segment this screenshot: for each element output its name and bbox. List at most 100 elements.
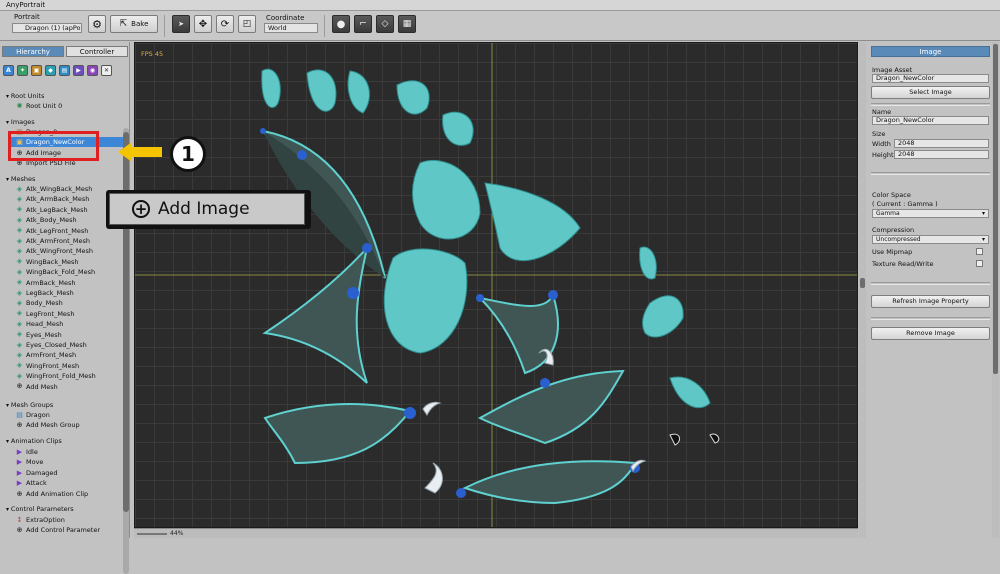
texture-rw-checkbox[interactable]	[976, 260, 983, 267]
list-item[interactable]: ◈ Atk_LegBack_Mesh	[16, 205, 88, 215]
list-item[interactable]: ✺ Root Unit 0	[16, 101, 63, 111]
name-field[interactable]: Dragon_NewColor	[872, 116, 989, 125]
remove-image-button[interactable]: Remove Image	[871, 327, 990, 340]
circle-icon: ●	[336, 18, 346, 30]
move-tool-button[interactable]: ✥	[194, 15, 212, 33]
root-unit-icon: ✺	[16, 101, 23, 110]
list-item[interactable]: ◈ Head_Mesh	[16, 319, 64, 329]
section-root-units[interactable]: Root Units	[6, 92, 44, 100]
list-item[interactable]: ▶ Attack	[16, 478, 47, 488]
section-control-parameters[interactable]: Control Parameters	[6, 505, 74, 513]
tab-hierarchy[interactable]: Hierarchy	[2, 46, 64, 57]
refresh-image-property-button[interactable]: Refresh Image Property	[871, 295, 990, 308]
list-item[interactable]: ◈ Eyes_Closed_Mesh	[16, 340, 87, 350]
list-item[interactable]: ◈ Eyes_Mesh	[16, 330, 62, 340]
add-control-parameter-item[interactable]: ⊕ Add Control Parameter	[16, 525, 100, 535]
coordinate-label: Coordinate	[266, 14, 305, 22]
arrow-left-icon	[118, 142, 162, 162]
section-animation-clips[interactable]: Animation Clips	[6, 437, 62, 445]
mesh-icon: ◈	[16, 371, 23, 380]
param-filter-icon[interactable]: ◉	[87, 65, 98, 76]
portrait-label: Portrait	[14, 13, 40, 21]
section-mesh-groups[interactable]: Mesh Groups	[6, 401, 53, 409]
plus-circle-icon: ⊕	[16, 382, 23, 391]
physics-view-button[interactable]: ▦	[398, 15, 416, 33]
list-item[interactable]: ◈ WingBack_Fold_Mesh	[16, 267, 95, 277]
tab-controller[interactable]: Controller	[66, 46, 128, 57]
scrollbar-thumb[interactable]	[993, 44, 998, 374]
list-item[interactable]: ◈ WingBack_Mesh	[16, 257, 79, 267]
plus-circle-icon: ⊕	[16, 489, 23, 498]
add-mesh-group-item[interactable]: ⊕ Add Mesh Group	[16, 420, 80, 430]
rotate-tool-button[interactable]: ⟳	[216, 15, 234, 33]
bake-button-label: Bake	[131, 20, 149, 28]
zoom-slider[interactable]	[137, 533, 167, 535]
settings-button[interactable]: ⚙	[88, 15, 106, 33]
scale-tool-button[interactable]: ◰	[238, 15, 256, 33]
list-item[interactable]: ↕ ExtraOption	[16, 515, 65, 525]
image-asset-field[interactable]: Dragon_NewColor	[872, 74, 989, 83]
list-item[interactable]: ◈ LegFront_Mesh	[16, 309, 75, 319]
coordinate-select[interactable]: World	[264, 23, 318, 33]
list-item[interactable]: ◈ Body_Mesh	[16, 298, 63, 308]
plus-circle-icon: ⊕	[16, 525, 23, 534]
root-unit-filter-icon[interactable]: ✦	[17, 65, 28, 76]
width-field: 2048	[894, 139, 989, 148]
editor-viewport[interactable]: FPS 45	[134, 42, 858, 528]
list-item[interactable]: ◈ Atk_LegFront_Mesh	[16, 226, 89, 236]
toolbar: Portrait Dragon (1) (apPort ⚙ ⇱ Bake ➤ ✥…	[0, 11, 1000, 41]
bone-view-button[interactable]: ⌐	[354, 15, 372, 33]
section-images[interactable]: Images	[6, 118, 35, 126]
viewport-status-bar: 44%	[134, 528, 858, 538]
toolbar-divider	[324, 15, 325, 37]
mesh-icon: ◇	[381, 19, 389, 29]
list-item[interactable]: ◈ Atk_WingFront_Mesh	[16, 246, 93, 256]
section-meshes[interactable]: Meshes	[6, 175, 36, 183]
add-mesh-item[interactable]: ⊕ Add Mesh	[16, 382, 58, 392]
add-animation-clip-item[interactable]: ⊕ Add Animation Clip	[16, 489, 89, 499]
mesh-view-button[interactable]: ◇	[376, 15, 394, 33]
compression-select[interactable]: Uncompressed	[872, 235, 989, 244]
list-item[interactable]: ◈ WingFront_Fold_Mesh	[16, 371, 96, 381]
height-label: Height	[872, 151, 894, 159]
list-item[interactable]: ▶ Move	[16, 457, 44, 467]
width-label: Width	[872, 140, 891, 148]
onion-skin-button[interactable]: ●	[332, 15, 350, 33]
scrollbar-thumb[interactable]	[860, 278, 865, 288]
mesh-group-filter-icon[interactable]: ▤	[59, 65, 70, 76]
list-item[interactable]: ▶ Idle	[16, 447, 38, 457]
list-item[interactable]: ◈ WingFront_Mesh	[16, 361, 79, 371]
viewport-scrollbar[interactable]	[859, 42, 866, 538]
list-item[interactable]: ◈ Atk_Body_Mesh	[16, 215, 77, 225]
list-item[interactable]: ▶ Damaged	[16, 468, 58, 478]
list-item[interactable]: ◈ Atk_ArmFront_Mesh	[16, 236, 90, 246]
color-space-select[interactable]: Gamma	[872, 209, 989, 218]
select-image-button[interactable]: Select Image	[871, 86, 990, 99]
list-item[interactable]: ◈ Atk_WingBack_Mesh	[16, 184, 93, 194]
list-item[interactable]: ▤ Dragon	[16, 410, 50, 420]
image-filter-icon[interactable]: ▣	[31, 65, 42, 76]
mesh-filter-icon[interactable]: ◆	[45, 65, 56, 76]
mesh-icon: ◈	[16, 350, 23, 359]
list-item[interactable]: ◈ LegBack_Mesh	[16, 288, 74, 298]
close-filter-icon[interactable]: ✕	[101, 65, 112, 76]
all-filter-icon[interactable]: A	[3, 65, 14, 76]
step-number-badge: 1	[170, 136, 206, 172]
mesh-icon: ◈	[16, 215, 23, 224]
list-item[interactable]: ◈ ArmFront_Mesh	[16, 350, 76, 360]
select-tool-button[interactable]: ➤	[172, 15, 190, 33]
use-mipmap-checkbox[interactable]	[976, 248, 983, 255]
bake-button[interactable]: ⇱ Bake	[110, 15, 158, 33]
animation-filter-icon[interactable]: ▶	[73, 65, 84, 76]
mesh-icon: ◈	[16, 194, 23, 203]
portrait-field[interactable]: Dragon (1) (apPort	[12, 23, 82, 33]
inspector-scrollbar[interactable]	[992, 42, 999, 538]
list-item[interactable]: ◈ ArmBack_Mesh	[16, 278, 76, 288]
zoomed-label: Add Image	[158, 199, 250, 219]
scrollbar-thumb[interactable]	[123, 132, 129, 512]
rotate-icon: ⟳	[220, 18, 230, 30]
divider	[871, 317, 990, 320]
list-item[interactable]: ◈ Atk_ArmBack_Mesh	[16, 194, 90, 204]
mesh-icon: ◈	[16, 236, 23, 245]
zoomed-add-image-button: + Add Image	[109, 193, 305, 225]
